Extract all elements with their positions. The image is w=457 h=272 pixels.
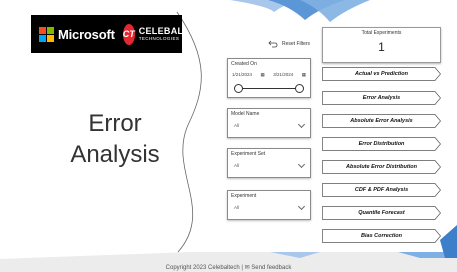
- reset-filters-label: Reset Filters: [282, 41, 311, 47]
- nav-button-label: Actual vs Prediction: [355, 71, 408, 77]
- undo-arrow-icon: [268, 40, 278, 48]
- footer-text: Copyright 2023 Celebaltech | ✉ Send feed…: [165, 265, 292, 271]
- experiment-set-slicer: Experiment Set All: [227, 148, 311, 178]
- experiment-title: Experiment: [231, 193, 257, 199]
- experiment-value: All: [234, 205, 240, 210]
- microsoft-logo-icon: [39, 26, 54, 42]
- celebal-wordmark: CELEBAL TECHNOLOGIES: [138, 25, 184, 42]
- celebal-subtitle: TECHNOLOGIES: [138, 35, 180, 41]
- experiment-set-title: Experiment Set: [231, 151, 266, 157]
- chevron-down-icon: [297, 202, 306, 210]
- nav-button[interactable]: CDF & PDF Analysis: [322, 183, 441, 197]
- brand-logo: Microsoft CT CELEBAL TECHNOLOGIES: [31, 15, 184, 53]
- total-experiments-label: Total Experiments: [361, 30, 402, 36]
- nav-button[interactable]: Error Analysis: [322, 91, 441, 105]
- nav-button-label: Absolute Error Distribution: [346, 164, 417, 170]
- nav-button[interactable]: Actual vs Prediction: [322, 67, 441, 81]
- nav-button-label: Bias Correction: [361, 233, 402, 239]
- experiment-dropdown[interactable]: All: [231, 202, 307, 213]
- model-name-value: All: [234, 123, 240, 128]
- nav-button-label: Error Distribution: [358, 141, 405, 147]
- nav-button-label: CDF & PDF Analysis: [354, 187, 409, 193]
- slider-track: [238, 88, 300, 89]
- nav-button-label: Error Analysis: [362, 95, 401, 101]
- calendar-icon[interactable]: ▦: [261, 72, 265, 78]
- nav-button[interactable]: Bias Correction: [322, 229, 441, 243]
- nav-button[interactable]: Absolute Error Distribution: [322, 160, 441, 174]
- experiment-set-value: All: [234, 163, 240, 168]
- nav-button[interactable]: Error Distribution: [322, 137, 441, 151]
- nav-button[interactable]: Quantile Forecast: [322, 206, 441, 220]
- created-on-title: Created On: [231, 61, 257, 67]
- experiment-set-dropdown[interactable]: All: [231, 160, 307, 171]
- celebal-mark-text: CT: [122, 29, 135, 39]
- reset-filters-button[interactable]: Reset Filters: [268, 40, 310, 48]
- celebal-logo-icon: CT: [122, 23, 135, 45]
- calendar-icon[interactable]: ▦: [302, 72, 306, 78]
- slider-start-handle[interactable]: [234, 84, 243, 93]
- start-date-field[interactable]: 1/21/2024: [232, 72, 252, 78]
- microsoft-wordmark: Microsoft: [58, 26, 115, 42]
- date-range-slider[interactable]: [234, 84, 304, 94]
- model-name-title: Model Name: [231, 111, 260, 117]
- nav-button[interactable]: Absolute Error Analysis: [322, 114, 441, 128]
- total-experiments-value: 1: [378, 40, 385, 54]
- slider-end-handle[interactable]: [295, 84, 304, 93]
- experiment-slicer: Experiment All: [227, 190, 311, 220]
- model-name-slicer: Model Name All: [227, 108, 311, 138]
- chevron-down-icon: [297, 120, 306, 128]
- nav-button-label: Absolute Error Analysis: [350, 118, 413, 124]
- nav-button-label: Quantile Forecast: [358, 210, 405, 216]
- celebal-name: CELEBAL: [138, 25, 184, 36]
- model-name-dropdown[interactable]: All: [231, 120, 307, 131]
- end-date-field[interactable]: 3/21/2024: [273, 72, 293, 78]
- total-experiments-card: Total Experiments 1: [322, 27, 441, 63]
- created-on-slicer: Created On 1/21/2024 ▦ 3/21/2024 ▦: [227, 58, 311, 98]
- chevron-down-icon: [297, 160, 306, 168]
- page-title: Error Analysis: [70, 110, 160, 168]
